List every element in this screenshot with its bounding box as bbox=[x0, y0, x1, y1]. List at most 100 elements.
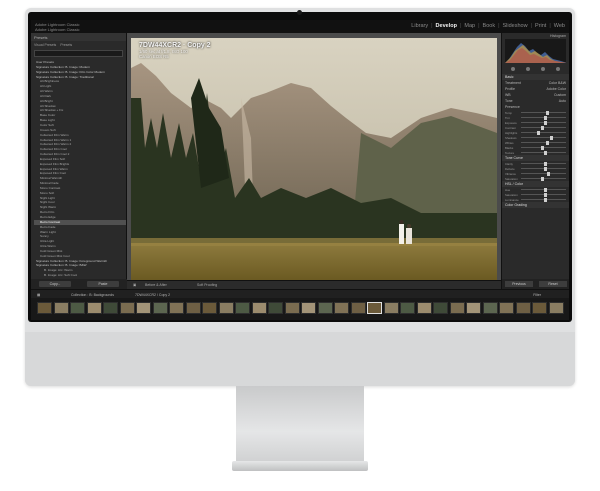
module-tab-book[interactable]: Book bbox=[483, 23, 496, 29]
slider-track[interactable] bbox=[521, 176, 566, 181]
filmstrip-thumbnail[interactable] bbox=[482, 302, 498, 314]
photo-yosemite-couple[interactable]: 7DW44XCR2 · Copy 2 1/60 sec at f/1.8, IS… bbox=[131, 38, 497, 280]
filmstrip-thumbnail[interactable] bbox=[202, 302, 217, 314]
module-tab-develop[interactable]: Develop bbox=[436, 23, 457, 29]
filmstrip-thumbnail[interactable] bbox=[185, 302, 201, 314]
grid-view-icon[interactable]: ▦ bbox=[37, 293, 40, 297]
filter-label[interactable]: Filter bbox=[533, 293, 541, 297]
module-separator: | bbox=[459, 23, 462, 29]
slider-knob[interactable] bbox=[543, 161, 547, 166]
slider-knob[interactable] bbox=[541, 145, 545, 150]
crop-tool-icon[interactable] bbox=[510, 66, 515, 71]
slider-knob[interactable] bbox=[547, 171, 551, 176]
filmstrip-thumbnail[interactable] bbox=[400, 302, 415, 314]
slider-knob[interactable] bbox=[543, 192, 547, 197]
reset-button[interactable]: Reset bbox=[539, 281, 567, 287]
slider-track[interactable] bbox=[521, 120, 566, 125]
slider-track[interactable] bbox=[521, 125, 566, 130]
presets-search-input[interactable] bbox=[34, 50, 123, 57]
module-separator: | bbox=[478, 23, 480, 29]
slider-track[interactable] bbox=[521, 150, 566, 155]
section-color-grading[interactable]: Color Grading bbox=[502, 202, 569, 208]
filmstrip-thumbnail[interactable] bbox=[301, 302, 316, 314]
filmstrip-thumbnail[interactable] bbox=[334, 302, 349, 314]
previous-button[interactable]: Previous bbox=[505, 281, 533, 287]
slider-knob[interactable] bbox=[543, 115, 547, 120]
module-tab-slideshow[interactable]: Slideshow bbox=[503, 23, 528, 29]
filmstrip-thumbnail[interactable] bbox=[86, 302, 102, 314]
filmstrip-thumbnail[interactable] bbox=[416, 302, 432, 314]
module-tab-print[interactable]: Print bbox=[535, 23, 546, 29]
filmstrip-thumbnail[interactable] bbox=[136, 302, 151, 314]
filmstrip-thumbnail[interactable] bbox=[433, 302, 448, 314]
copy-button[interactable]: Copy... bbox=[39, 281, 71, 287]
slider-track[interactable] bbox=[521, 130, 566, 135]
filmstrip-thumbnail[interactable] bbox=[367, 302, 382, 314]
slider-knob[interactable] bbox=[544, 120, 548, 125]
slider-label: Whites bbox=[505, 140, 514, 145]
slider-knob[interactable] bbox=[541, 125, 545, 130]
filmstrip-thumbnail[interactable] bbox=[532, 302, 547, 314]
module-tab-library[interactable]: Library bbox=[411, 23, 428, 29]
imac-stand-base bbox=[232, 461, 368, 471]
filmstrip-thumbnail[interactable] bbox=[37, 302, 52, 314]
filmstrip-thumbnail[interactable] bbox=[449, 302, 465, 314]
mask-tool-icon[interactable] bbox=[556, 66, 561, 71]
presets-header[interactable]: Presets bbox=[31, 33, 126, 41]
module-tab-web[interactable]: Web bbox=[554, 23, 565, 29]
filmstrip-path[interactable]: Collection : B: Backgrounds bbox=[71, 293, 114, 297]
slider-track[interactable] bbox=[521, 192, 566, 197]
filmstrip-bar: ▦ Collection : B: Backgrounds 7DW44XCR2 … bbox=[31, 289, 569, 298]
slider-track[interactable] bbox=[521, 115, 566, 120]
filmstrip-thumbnail[interactable] bbox=[53, 302, 69, 314]
slider-knob[interactable] bbox=[543, 150, 547, 155]
filmstrip-thumbnail[interactable] bbox=[251, 302, 267, 314]
filmstrip-thumbnail[interactable] bbox=[548, 302, 564, 314]
section-label: Profile bbox=[505, 87, 515, 91]
filmstrip-thumbnail[interactable] bbox=[317, 302, 333, 314]
filmstrip-thumbnail[interactable] bbox=[70, 302, 85, 314]
slider-track[interactable] bbox=[521, 145, 566, 150]
filmstrip-thumbnail[interactable] bbox=[103, 302, 118, 314]
section-label: WB bbox=[505, 93, 511, 97]
slider-knob[interactable] bbox=[545, 140, 549, 145]
module-bar: Adobe Lightroom Classic Adobe Lightroom … bbox=[31, 20, 569, 33]
filmstrip-thumbnail[interactable] bbox=[235, 302, 250, 314]
before-after-toggle[interactable]: Before & After bbox=[145, 283, 167, 287]
module-tab-map[interactable]: Map bbox=[464, 23, 475, 29]
slider-knob[interactable] bbox=[543, 187, 547, 192]
paste-button[interactable]: Paste bbox=[87, 281, 119, 287]
filmstrip-thumbnail[interactable] bbox=[152, 302, 168, 314]
slider-knob[interactable] bbox=[543, 166, 547, 171]
slider-track[interactable] bbox=[521, 171, 566, 176]
filmstrip-thumbnail[interactable] bbox=[169, 302, 184, 314]
filmstrip-thumbnail[interactable] bbox=[119, 302, 135, 314]
slider-knob[interactable] bbox=[543, 197, 547, 202]
slider-track[interactable] bbox=[521, 161, 566, 166]
slider-track[interactable] bbox=[521, 187, 566, 192]
filmstrip-thumbnail[interactable] bbox=[284, 302, 300, 314]
filmstrip-thumbnail[interactable] bbox=[268, 302, 283, 314]
filmstrip-thumbnail[interactable] bbox=[466, 302, 481, 314]
filmstrip-thumbnail[interactable] bbox=[350, 302, 366, 314]
slider-track[interactable] bbox=[521, 140, 566, 145]
heal-tool-icon[interactable] bbox=[525, 66, 530, 71]
slider-track[interactable] bbox=[521, 135, 566, 140]
imac-chin bbox=[25, 332, 575, 386]
soft-proofing-checkbox[interactable]: Soft Proofing bbox=[197, 283, 217, 287]
filmstrip-thumbnail[interactable] bbox=[515, 302, 531, 314]
slider-track[interactable] bbox=[521, 197, 566, 202]
slider-knob[interactable] bbox=[536, 130, 540, 135]
view-mode-icon[interactable]: ▣ bbox=[133, 283, 136, 287]
slider-knob[interactable] bbox=[541, 176, 545, 181]
filmstrip-thumbnail[interactable] bbox=[383, 302, 399, 314]
filmstrip-thumbnail[interactable] bbox=[218, 302, 234, 314]
slider-knob[interactable] bbox=[550, 135, 554, 140]
tab-presets[interactable]: Presets bbox=[60, 43, 72, 47]
redeye-tool-icon[interactable] bbox=[541, 66, 546, 71]
slider-knob[interactable] bbox=[545, 110, 549, 115]
slider-track[interactable] bbox=[521, 110, 566, 115]
slider-track[interactable] bbox=[521, 166, 566, 171]
filmstrip-thumbnail[interactable] bbox=[499, 302, 514, 314]
tab-visual-presets[interactable]: Visual Presets bbox=[34, 43, 56, 47]
